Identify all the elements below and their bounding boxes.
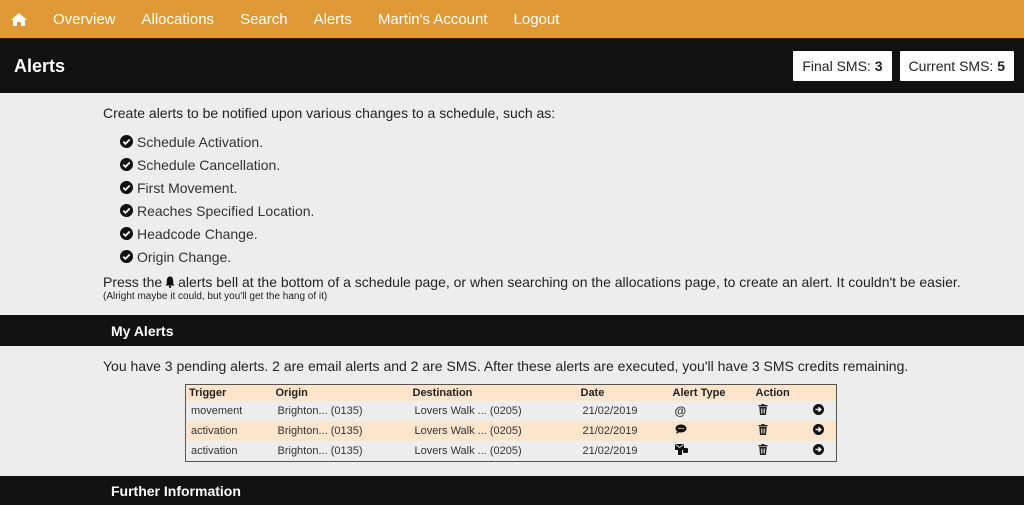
check-circle-icon [120, 135, 133, 148]
email-icon: @ [674, 403, 687, 418]
col-trigger: Trigger [185, 384, 273, 401]
intro-section: Create alerts to be notified upon variou… [0, 93, 1024, 302]
pending-summary: You have 3 pending alerts. 2 are email a… [103, 358, 909, 374]
cell-trigger: activation [191, 444, 238, 457]
nav-account[interactable]: Martin's Account [378, 11, 488, 28]
nav-alerts[interactable]: Alerts [314, 11, 352, 28]
cell-date: 21/02/2019 [577, 420, 670, 441]
list-item: First Movement. [120, 176, 1024, 199]
table-row: movement Brighton... (0135) Lovers Walk … [186, 401, 837, 421]
page-title: Alerts [14, 55, 66, 76]
arrow-circle-right-icon[interactable] [812, 403, 824, 415]
check-circle-icon [120, 250, 133, 263]
table-row: activation Brighton... (0135) Lovers Wal… [186, 441, 837, 462]
final-sms-value: 3 [874, 58, 883, 74]
final-sms-badge: Final SMS: 3 [793, 51, 892, 81]
list-item: Headcode Change. [120, 222, 1024, 245]
trash-icon[interactable] [758, 403, 768, 415]
cell-origin: Brighton... (0135) [272, 420, 410, 441]
nav-allocations[interactable]: Allocations [142, 11, 215, 28]
list-item: Origin Change. [120, 245, 1024, 268]
arrow-circle-right-icon[interactable] [812, 423, 824, 435]
cell-origin: Brighton... (0135) [277, 444, 363, 457]
intro-lead: Create alerts to be notified upon variou… [103, 105, 556, 121]
nav-overview[interactable]: Overview [53, 11, 116, 28]
cell-date: 21/02/2019 [582, 404, 638, 417]
nav-search[interactable]: Search [240, 11, 288, 28]
table-header-row: Trigger Origin Destination Date Alert Ty… [185, 384, 837, 401]
further-information-heading: Further Information [0, 475, 1024, 505]
final-sms-label: Final SMS: [802, 58, 871, 74]
check-circle-icon [120, 158, 133, 171]
check-circle-icon [120, 227, 133, 240]
top-navigation: Overview Allocations Search Alerts Marti… [0, 0, 1024, 38]
col-destination: Destination [409, 384, 578, 401]
cell-origin: Brighton... (0135) [277, 404, 363, 417]
nav-logout[interactable]: Logout [514, 11, 560, 28]
email-and-sms-icon [674, 443, 688, 455]
small-note: (Alright maybe it could, but you'll get … [103, 291, 328, 302]
cell-date: 21/02/2019 [582, 444, 638, 457]
current-sms-label: Current SMS: [908, 58, 994, 74]
home-icon[interactable] [10, 11, 28, 27]
list-item: Reaches Specified Location. [120, 199, 1024, 222]
alert-types-list: Schedule Activation. Schedule Cancellati… [103, 130, 1024, 268]
alerts-table: Trigger Origin Destination Date Alert Ty… [185, 384, 837, 462]
list-item: Schedule Cancellation. [120, 153, 1024, 176]
current-sms-value: 5 [997, 58, 1005, 74]
col-date: Date [577, 384, 670, 401]
bell-instructions: Press the alerts bell at the bottom of a… [103, 274, 961, 290]
my-alerts-heading: My Alerts [0, 315, 1024, 346]
sms-counters: Final SMS: 3 Current SMS: 5 [793, 51, 1014, 81]
sms-icon [675, 424, 687, 434]
bell-icon [165, 276, 175, 288]
cell-destination: Lovers Walk ... (0205) [414, 444, 522, 457]
col-go [807, 384, 837, 401]
check-circle-icon [120, 181, 133, 194]
trash-icon[interactable] [758, 423, 768, 435]
cell-trigger: activation [185, 420, 273, 441]
col-origin: Origin [272, 384, 410, 401]
cell-destination: Lovers Walk ... (0205) [414, 404, 522, 417]
cell-trigger: movement [191, 404, 243, 417]
check-circle-icon [120, 204, 133, 217]
list-item: Schedule Activation. [120, 130, 1024, 153]
cell-destination: Lovers Walk ... (0205) [409, 420, 578, 441]
page-header: Alerts Final SMS: 3 Current SMS: 5 [0, 38, 1024, 93]
col-alert-type: Alert Type [669, 384, 753, 401]
table-row: activation Brighton... (0135) Lovers Wal… [185, 420, 837, 441]
current-sms-badge: Current SMS: 5 [899, 51, 1014, 81]
arrow-circle-right-icon[interactable] [812, 443, 824, 455]
trash-icon[interactable] [758, 443, 768, 455]
col-action: Action [752, 384, 808, 401]
